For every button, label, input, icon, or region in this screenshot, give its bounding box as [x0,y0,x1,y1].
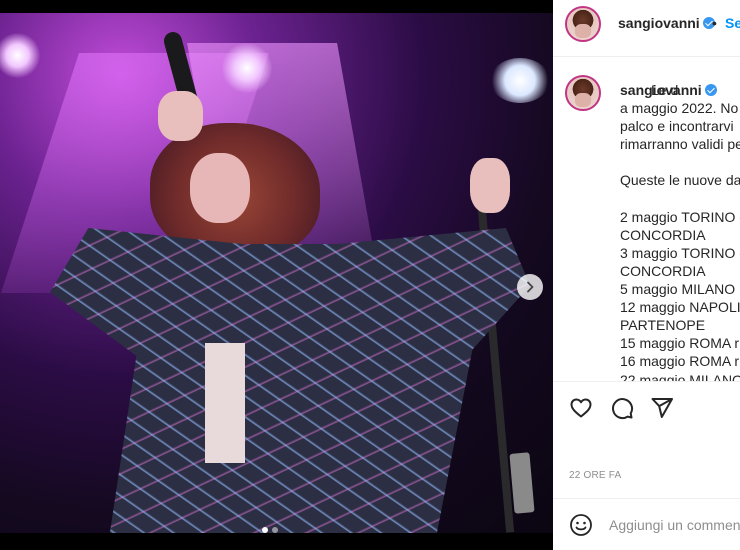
performer-face [190,153,250,223]
mic-stand-clip [509,452,535,514]
led-panel [490,58,550,103]
overlay-bottom-bar [0,533,553,550]
avatar[interactable] [565,6,601,42]
caption-text: Le d a maggio 2022. No palco e incontrarvi… [620,81,740,381]
heart-icon[interactable] [569,396,593,420]
post-timestamp: 22 ORE FA [569,470,622,481]
caption-line: 16 maggio ROMA r [620,353,740,370]
header-separator: • [712,15,717,31]
caption-line: 12 maggio NAPOLI [620,299,740,316]
stage-light [0,33,40,78]
caption-line: 15 maggio ROMA r [620,335,740,352]
follow-button[interactable]: Segui [725,15,740,31]
caption-line: rimarranno validi pe [620,136,740,153]
divider [553,498,740,499]
performer-shirt [205,343,245,463]
comment-icon[interactable] [610,396,634,420]
caption-line: Queste le nuove da [620,172,740,189]
mic-stand [473,163,515,533]
caption-line: 2 maggio TORINO - [620,208,740,225]
caption-area[interactable]: sangiovanni Le da maggio 2022. No palco e… [553,56,740,381]
emoji-icon[interactable] [569,513,593,537]
caption-line [620,190,740,208]
caption-line [620,153,740,171]
divider [553,381,740,382]
post-header: sangiovanni • Segui [553,0,740,57]
caption-line: Le d [651,82,679,98]
share-icon[interactable] [650,396,674,420]
chevron-right-icon [527,281,534,293]
caption-line: palco e incontrarvi [620,118,734,135]
comment-input[interactable] [609,510,740,540]
performer-hand [470,158,510,213]
post-side-panel: sangiovanni • Segui sangiovanni Le d a ma… [553,0,740,550]
header-username[interactable]: sangiovanni [618,15,715,31]
performer-jacket [50,228,530,533]
caption-line: CONCORDIA [620,262,706,279]
stage-light [222,43,272,93]
caption-line: 3 maggio TORINO - [620,244,740,261]
performer-hand [158,91,203,141]
post-image[interactable] [0,13,553,533]
carousel-next-button[interactable] [517,274,543,300]
caption-line: PARTENOPE [620,317,706,334]
caption-line: 22 maggio MILANO [620,371,740,382]
caption-line: a maggio 2022. No [620,100,739,117]
caption-line: 5 maggio MILANO [620,281,736,298]
caption-line: CONCORDIA [620,226,706,243]
